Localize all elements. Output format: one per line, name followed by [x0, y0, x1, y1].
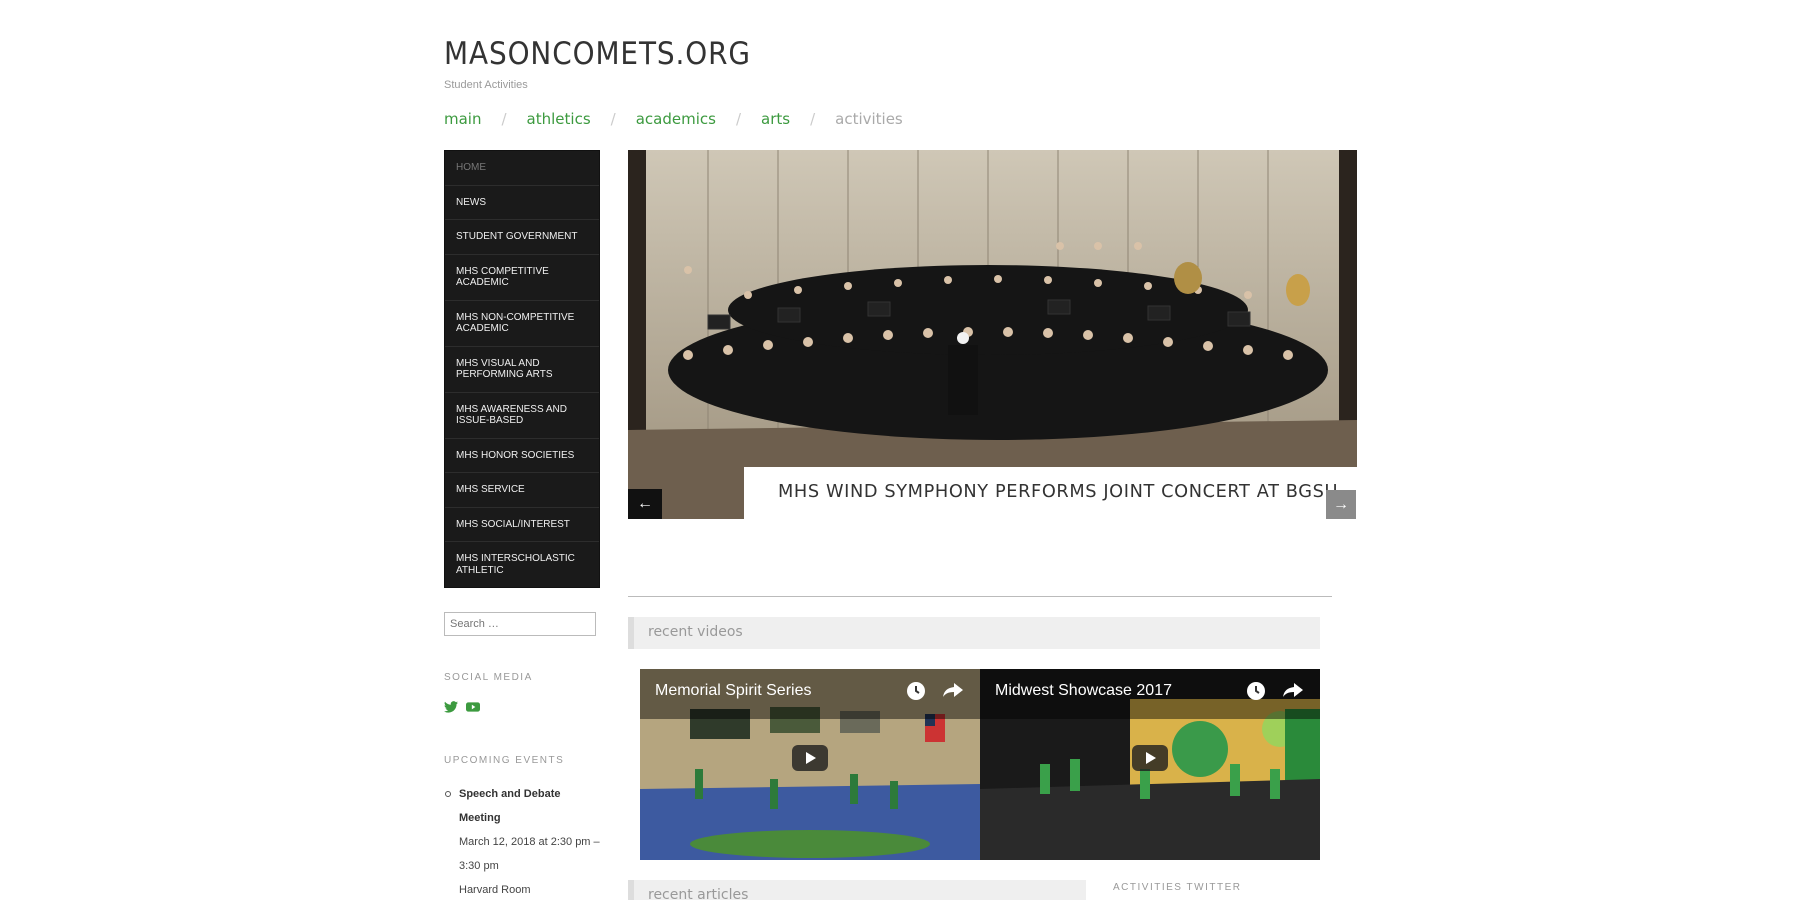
sidebar-item-news[interactable]: NEWS	[445, 184, 599, 220]
sidebar-item-interscholastic-athletic[interactable]: MHS INTERSCHOLASTIC ATHLETIC	[445, 541, 599, 587]
share-icon[interactable]	[942, 681, 964, 706]
share-icon[interactable]	[1282, 681, 1304, 706]
video-card[interactable]: Memorial Spirit Series	[640, 669, 980, 860]
slider-caption[interactable]: MHS WIND SYMPHONY PERFORMS JOINT CONCERT…	[744, 467, 1357, 519]
featured-slider[interactable]: ← MHS WIND SYMPHONY PERFORMS JOINT CONCE…	[628, 150, 1357, 519]
video-actions	[906, 681, 964, 706]
nav-separator: /	[735, 110, 741, 128]
sidebar-item-awareness-issue-based[interactable]: MHS AWARENESS AND ISSUE-BASED	[445, 391, 599, 438]
events-list: Speech and Debate Meeting March 12, 2018…	[444, 782, 604, 900]
event-date: March 12, 2018 at 2:30 pm – 3:30 pm	[459, 836, 600, 872]
nav-separator: /	[610, 110, 616, 128]
twitter-icon[interactable]	[444, 700, 458, 718]
social-media-title: SOCIAL MEDIA	[444, 672, 533, 683]
clock-icon[interactable]	[1246, 681, 1266, 706]
sidebar-item-honor-societies[interactable]: MHS HONOR SOCIETIES	[445, 437, 599, 473]
nav-separator: /	[810, 110, 816, 128]
recent-articles-heading: recent articles	[628, 880, 1086, 900]
sidebar-item-student-government[interactable]: STUDENT GOVERNMENT	[445, 219, 599, 254]
recent-videos-heading: recent videos	[628, 617, 1320, 649]
play-icon[interactable]	[1132, 745, 1168, 771]
video-title[interactable]: Memorial Spirit Series	[655, 682, 811, 700]
concert-photo	[628, 150, 1357, 519]
list-item: Speech and Debate Meeting March 12, 2018…	[444, 782, 604, 900]
sidebar-item-non-competitive-academic[interactable]: MHS NON-COMPETITIVE ACADEMIC	[445, 299, 599, 346]
event-title[interactable]: Speech and Debate Meeting	[459, 782, 604, 830]
upcoming-events-title: UPCOMING EVENTS	[444, 755, 565, 766]
top-navigation: main / athletics / academics / arts / ac…	[444, 110, 903, 128]
video-playlist: Memorial Spirit Series Midwest Showcase …	[640, 669, 1320, 860]
slider-prev-button[interactable]: ←	[628, 489, 662, 519]
sidebar-item-visual-performing-arts[interactable]: MHS VISUAL AND PERFORMING ARTS	[445, 345, 599, 392]
video-title[interactable]: Midwest Showcase 2017	[995, 682, 1172, 700]
nav-main[interactable]: main	[444, 110, 481, 128]
search-input[interactable]	[444, 612, 596, 636]
sidebar-item-home[interactable]: HOME	[445, 151, 599, 185]
event-location: Harvard Room	[459, 884, 531, 896]
slider-next-button[interactable]: →	[1326, 490, 1356, 519]
clock-icon[interactable]	[906, 681, 926, 706]
sidebar-item-social-interest[interactable]: MHS SOCIAL/INTEREST	[445, 506, 599, 542]
sidebar-menu: HOME NEWS STUDENT GOVERNMENT MHS COMPETI…	[444, 150, 600, 588]
activities-twitter-title: ACTIVITIES TWITTER	[1113, 882, 1242, 893]
site-title[interactable]: MASONCOMETS.ORG	[444, 36, 751, 72]
site-description: Student Activities	[444, 79, 528, 91]
nav-arts[interactable]: arts	[761, 110, 790, 128]
video-actions	[1246, 681, 1304, 706]
sidebar-item-competitive-academic[interactable]: MHS COMPETITIVE ACADEMIC	[445, 253, 599, 300]
nav-separator: /	[501, 110, 507, 128]
play-icon[interactable]	[792, 745, 828, 771]
content-divider	[628, 596, 1332, 597]
nav-academics[interactable]: academics	[636, 110, 716, 128]
nav-activities[interactable]: activities	[835, 110, 903, 128]
bullet-icon	[445, 791, 451, 797]
youtube-icon[interactable]	[466, 700, 480, 718]
sidebar-item-service[interactable]: MHS SERVICE	[445, 472, 599, 507]
nav-athletics[interactable]: athletics	[527, 110, 591, 128]
social-icons	[444, 700, 480, 718]
video-card[interactable]: Midwest Showcase 2017	[980, 669, 1320, 860]
